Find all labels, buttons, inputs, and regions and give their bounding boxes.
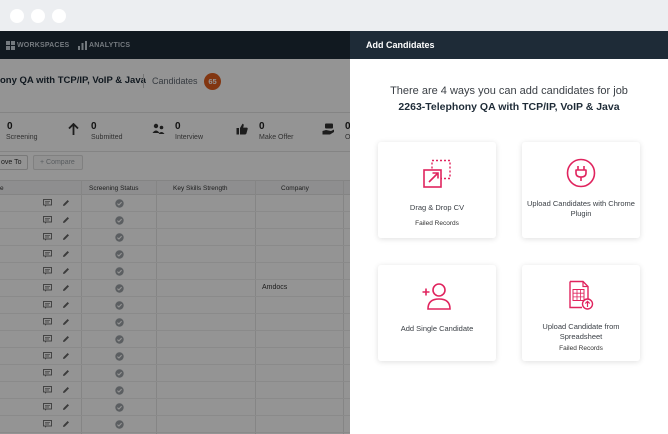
add-user-icon bbox=[422, 283, 451, 310]
drag-drop-icon bbox=[423, 159, 451, 188]
add-single-candidate-title: Add Single Candidate bbox=[400, 324, 474, 333]
panel-title: Add Candidates bbox=[350, 31, 668, 59]
spreadsheet-failed-records-link[interactable]: Failed Records bbox=[522, 345, 640, 352]
panel-job-name: 2263-Telephony QA with TCP/IP, VoIP & Ja… bbox=[398, 101, 620, 113]
window-control-dot[interactable] bbox=[10, 9, 24, 23]
window-titlebar bbox=[0, 0, 668, 31]
add-single-candidate-card[interactable]: Add Single Candidate bbox=[378, 265, 496, 361]
window-control-dot[interactable] bbox=[31, 9, 45, 23]
drag-drop-cv-title: Drag & Drop CV bbox=[409, 203, 465, 212]
plug-icon bbox=[566, 158, 596, 188]
chrome-plugin-title: Upload Candidates with Chrome Plugin bbox=[527, 199, 635, 218]
spreadsheet-upload-card[interactable]: Upload Candidate from Spreadsheet Failed… bbox=[522, 265, 640, 361]
drag-drop-failed-records-link[interactable]: Failed Records bbox=[378, 220, 496, 227]
modal-backdrop[interactable] bbox=[0, 31, 350, 434]
chrome-plugin-card[interactable]: Upload Candidates with Chrome Plugin bbox=[522, 142, 640, 238]
window-control-dot[interactable] bbox=[52, 9, 66, 23]
drag-drop-cv-card[interactable]: Drag & Drop CV Failed Records bbox=[378, 142, 496, 238]
spreadsheet-upload-title: Upload Candidate from Spreadsheet bbox=[542, 322, 620, 341]
panel-intro-text: There are 4 ways you can add candidates … bbox=[390, 85, 628, 97]
add-candidates-panel: Add Candidates There are 4 ways you can … bbox=[350, 31, 668, 434]
spreadsheet-upload-icon bbox=[569, 280, 594, 310]
